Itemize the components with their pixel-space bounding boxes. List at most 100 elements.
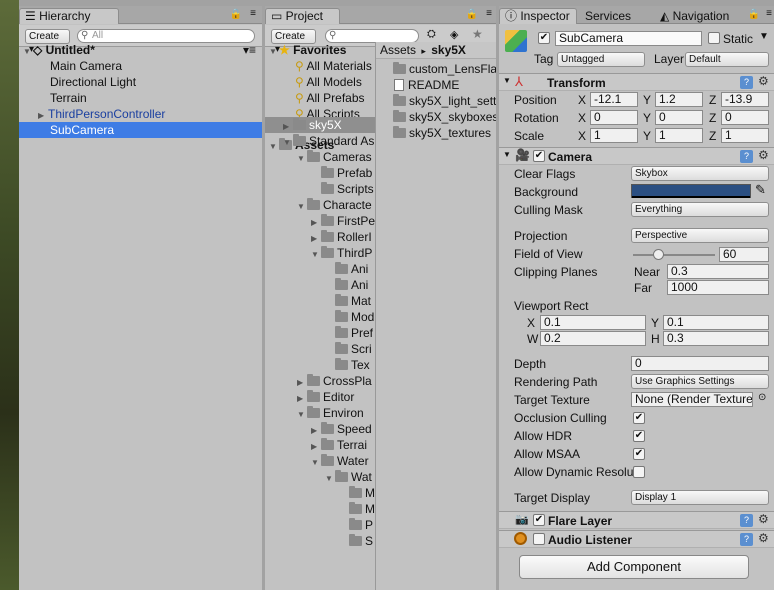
- active-checkbox[interactable]: ✔: [538, 32, 550, 44]
- expand-arrow-icon[interactable]: ▼: [325, 471, 335, 485]
- expand-arrow-icon[interactable]: ▼: [283, 135, 293, 149]
- folder-tree-item[interactable]: ▼ ThirdP: [265, 245, 375, 261]
- transform-position-x-input[interactable]: -12.1: [590, 92, 638, 107]
- panel-menu-icon[interactable]: ≡: [250, 8, 256, 19]
- culling-mask-dropdown[interactable]: Everything: [631, 202, 769, 217]
- lock-icon[interactable]: 🔒: [748, 9, 760, 20]
- tag-dropdown[interactable]: Untagged: [557, 52, 645, 67]
- file-item[interactable]: custom_LensFla: [376, 61, 496, 77]
- folder-tree-item[interactable]: ▼ Water: [265, 453, 375, 469]
- gear-icon[interactable]: ⚙: [758, 531, 769, 545]
- fov-input[interactable]: 60: [719, 247, 769, 262]
- lock-icon[interactable]: 🔒: [230, 9, 242, 20]
- breadcrumb-current[interactable]: sky5X: [431, 43, 466, 57]
- folder-tree-item[interactable]: ▼ Wat: [265, 469, 375, 485]
- folder-tree-item[interactable]: Mod: [265, 309, 375, 325]
- folder-tree-item[interactable]: P: [265, 517, 375, 533]
- expand-arrow-icon[interactable]: ▶: [297, 375, 307, 389]
- transform-scale-y-input[interactable]: 1: [655, 128, 703, 143]
- expand-arrow-icon[interactable]: ▼: [311, 455, 321, 469]
- transform-position-z-input[interactable]: -13.9: [721, 92, 769, 107]
- gear-icon[interactable]: ⚙: [758, 512, 769, 526]
- tab-services[interactable]: Services: [579, 8, 638, 24]
- project-search-input[interactable]: ⚲: [325, 29, 419, 43]
- file-item[interactable]: sky5X_textures: [376, 125, 496, 141]
- flare-layer-checkbox[interactable]: ✔: [533, 514, 545, 526]
- static-dropdown-arrow[interactable]: ▼: [759, 31, 769, 42]
- expand-arrow-icon[interactable]: ▼: [297, 151, 307, 165]
- transform-position-y-input[interactable]: 1.2: [655, 92, 703, 107]
- eyedropper-icon[interactable]: ✎: [755, 182, 766, 198]
- folder-tree-item[interactable]: M: [265, 501, 375, 517]
- folder-tree-item[interactable]: S: [265, 533, 375, 549]
- folder-tree-item[interactable]: ▶ CrossPla: [265, 373, 375, 389]
- help-book-icon[interactable]: ?: [740, 150, 753, 163]
- tab-project[interactable]: ▭ Project: [265, 8, 340, 24]
- expand-arrow-icon[interactable]: ▼: [503, 76, 511, 85]
- favorites-header[interactable]: ▼ ★ Favorites: [265, 42, 375, 58]
- viewport-x-input[interactable]: 0.1: [540, 315, 646, 330]
- audio-listener-checkbox[interactable]: [533, 533, 545, 545]
- depth-input[interactable]: 0: [631, 356, 769, 371]
- folder-tree-item[interactable]: ▶ sky5X: [265, 117, 375, 133]
- far-input[interactable]: 1000: [667, 280, 769, 295]
- object-name-input[interactable]: SubCamera: [555, 31, 702, 46]
- camera-header[interactable]: ▼ 🎥 ✔ Camera ? ⚙: [499, 147, 774, 165]
- transform-rotation-x-input[interactable]: 0: [590, 110, 638, 125]
- gear-icon[interactable]: ⚙: [758, 148, 769, 162]
- expand-arrow-icon[interactable]: ▶: [38, 108, 48, 122]
- scene-row[interactable]: ▼ ◇ Untitled* ▾≡: [19, 42, 262, 58]
- viewport-h-input[interactable]: 0.3: [663, 331, 769, 346]
- expand-arrow-icon[interactable]: ▼: [23, 44, 33, 58]
- favorite-item[interactable]: ⚲ All Models: [265, 74, 375, 90]
- fov-slider-track[interactable]: [633, 254, 715, 256]
- transform-rotation-y-input[interactable]: 0: [655, 110, 703, 125]
- hierarchy-item-thirdpersoncontroller[interactable]: ▶ ThirdPersonController: [19, 106, 262, 122]
- transform-rotation-z-input[interactable]: 0: [721, 110, 769, 125]
- folder-tree-item[interactable]: ▶ FirstPe: [265, 213, 375, 229]
- tab-hierarchy[interactable]: ☰ Hierarchy: [19, 8, 119, 24]
- transform-scale-z-input[interactable]: 1: [721, 128, 769, 143]
- viewport-w-input[interactable]: 0.2: [540, 331, 646, 346]
- expand-arrow-icon[interactable]: ▶: [311, 439, 321, 453]
- transform-scale-x-input[interactable]: 1: [590, 128, 638, 143]
- expand-arrow-icon[interactable]: ▼: [297, 407, 307, 421]
- favorite-star-icon[interactable]: ★: [472, 27, 483, 41]
- breadcrumb-assets[interactable]: Assets: [380, 43, 416, 57]
- target-texture-field[interactable]: None (Render Texture: [631, 392, 753, 407]
- lock-icon[interactable]: 🔒: [466, 9, 478, 20]
- label-tag-icon[interactable]: ◈: [450, 28, 458, 41]
- favorite-item[interactable]: ⚲ All Prefabs: [265, 90, 375, 106]
- expand-arrow-icon[interactable]: ▶: [283, 119, 293, 133]
- filter-type-icon[interactable]: ⛭: [427, 28, 436, 41]
- near-input[interactable]: 0.3: [667, 264, 769, 279]
- viewport-y-input[interactable]: 0.1: [663, 315, 769, 330]
- audio-listener-header[interactable]: Audio Listener ? ⚙: [499, 530, 774, 548]
- favorite-item[interactable]: ⚲ All Materials: [265, 58, 375, 74]
- allow-msaa-checkbox[interactable]: ✔: [633, 448, 645, 460]
- panel-menu-icon[interactable]: ≡: [766, 8, 772, 19]
- folder-tree-item[interactable]: Pref: [265, 325, 375, 341]
- hierarchy-item-main-camera[interactable]: Main Camera: [19, 58, 262, 74]
- expand-arrow-icon[interactable]: ▼: [297, 199, 307, 213]
- file-item[interactable]: README: [376, 77, 496, 93]
- tab-inspector[interactable]: ⓘ Inspector: [499, 8, 577, 24]
- allow-hdr-checkbox[interactable]: ✔: [633, 430, 645, 442]
- expand-arrow-icon[interactable]: ▶: [311, 215, 321, 229]
- layer-dropdown[interactable]: Default: [685, 52, 769, 67]
- expand-arrow-icon[interactable]: ▼: [311, 247, 321, 261]
- clear-flags-dropdown[interactable]: Skybox: [631, 166, 769, 181]
- occlusion-culling-checkbox[interactable]: ✔: [633, 412, 645, 424]
- scene-view-strip[interactable]: [0, 0, 19, 590]
- folder-tree-item[interactable]: Mat: [265, 293, 375, 309]
- folder-tree-item[interactable]: ▼ Cameras: [265, 149, 375, 165]
- gear-icon[interactable]: ⚙: [758, 74, 769, 88]
- allow-dynamic-resolution-checkbox[interactable]: [633, 466, 645, 478]
- rendering-path-dropdown[interactable]: Use Graphics Settings: [631, 374, 769, 389]
- expand-arrow-icon[interactable]: ▶: [297, 391, 307, 405]
- folder-tree-item[interactable]: ▶ Terrai: [265, 437, 375, 453]
- help-book-icon[interactable]: ?: [740, 533, 753, 546]
- fov-slider-thumb[interactable]: [652, 249, 664, 260]
- folder-tree-item[interactable]: Scri: [265, 341, 375, 357]
- expand-arrow-icon[interactable]: ▼: [269, 44, 279, 58]
